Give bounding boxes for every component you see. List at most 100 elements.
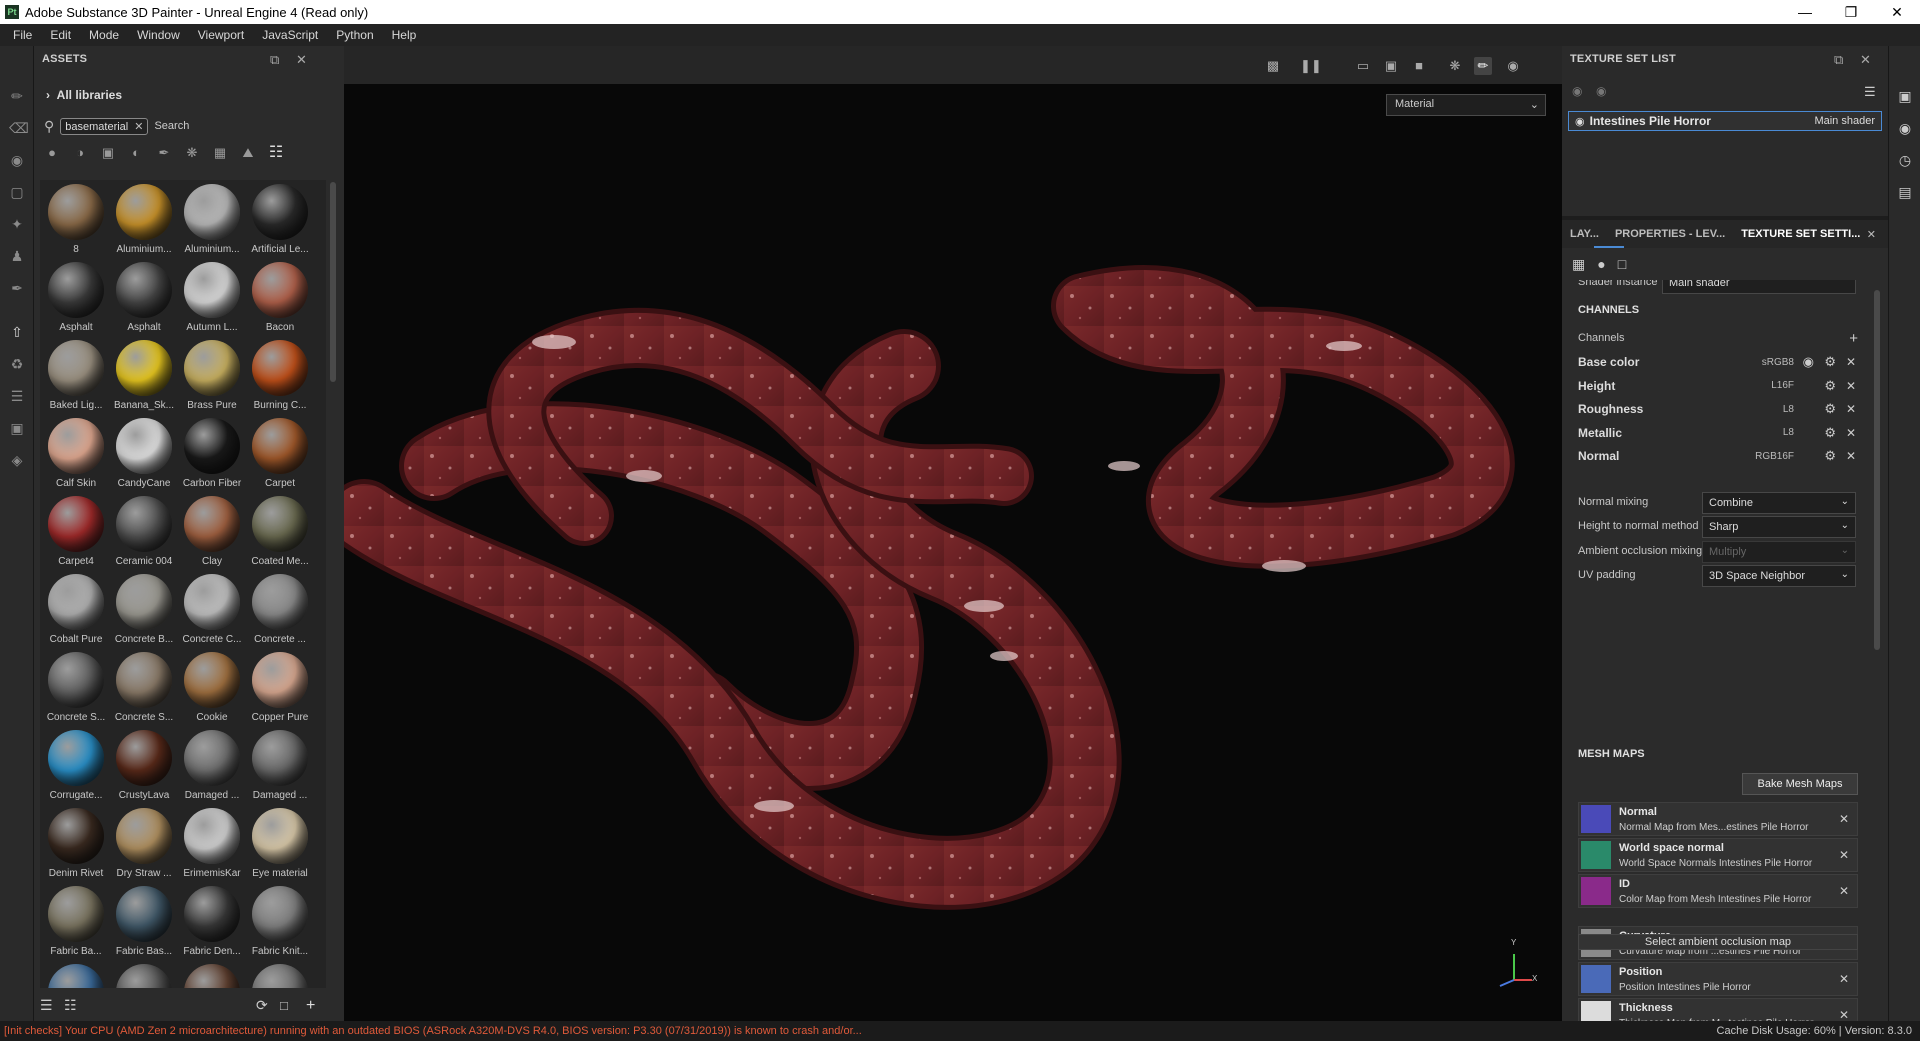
status-warning[interactable]: [Init checks] Your CPU (AMD Zen 2 microa…	[0, 1025, 862, 1037]
channel-format[interactable]: RGB16F	[1755, 451, 1794, 462]
smart-mask-filter-icon[interactable]: ▣	[100, 145, 116, 161]
asset-tile[interactable]: Carpet4	[42, 496, 110, 574]
menu-icon[interactable]: ☰	[1864, 84, 1876, 100]
material-filter-icon[interactable]: ●	[44, 145, 60, 161]
asset-tile[interactable]: ErimemisKar	[178, 808, 246, 886]
channel-settings-icon[interactable]: ⚙	[1824, 401, 1836, 417]
asset-tile[interactable]: Aluminium...	[178, 184, 246, 262]
close-tab-icon[interactable]: ✕	[1859, 228, 1884, 241]
tab-texture-set-settings[interactable]: TEXTURE SET SETTI...	[1733, 228, 1868, 240]
mesh-map-thumbnail[interactable]	[1581, 805, 1611, 833]
export-icon[interactable]: ⇧	[9, 324, 25, 340]
asset-tile[interactable]: Asphalt	[110, 262, 178, 340]
texture-set-row[interactable]: ◉ Intestines Pile Horror Main shader	[1568, 111, 1882, 131]
asset-tile[interactable]: Autumn L...	[178, 262, 246, 340]
asset-tile[interactable]: Fabric Knit...	[246, 886, 314, 964]
asset-tile[interactable]: Artificial Le...	[246, 184, 314, 262]
channel-row[interactable]: Roughness L8 ⚙ ✕	[1578, 397, 1858, 421]
asset-tile[interactable]: Baked Lig...	[42, 340, 110, 418]
asset-tile[interactable]: CrustyLava	[110, 730, 178, 808]
menu-javascript[interactable]: JavaScript	[253, 28, 327, 42]
asset-tile[interactable]: Cobalt Pure	[42, 574, 110, 652]
remove-mesh-map-icon[interactable]: ✕	[1839, 812, 1849, 826]
remove-channel-icon[interactable]: ✕	[1846, 379, 1856, 393]
asset-tile[interactable]: Brass Pure	[178, 340, 246, 418]
asset-tile[interactable]	[246, 964, 314, 988]
asset-tile[interactable]: Banana_Sk...	[110, 340, 178, 418]
channel-settings-icon[interactable]: ⚙	[1824, 354, 1836, 370]
menu-edit[interactable]: Edit	[41, 28, 80, 42]
asset-tile[interactable]: Concrete B...	[110, 574, 178, 652]
asset-tile[interactable]	[110, 964, 178, 988]
setting-select[interactable]: Combine ⌄	[1702, 492, 1856, 514]
bake-mesh-maps-button[interactable]: Bake Mesh Maps	[1742, 773, 1858, 795]
channel-row[interactable]: Height L16F ⚙ ✕	[1578, 374, 1858, 398]
asset-tile[interactable]	[42, 964, 110, 988]
menu-window[interactable]: Window	[128, 28, 189, 42]
remove-filter-icon[interactable]: ✕	[134, 121, 143, 133]
close-panel-icon[interactable]: ✕	[296, 52, 307, 68]
texture-set-icon[interactable]: ◈	[9, 452, 25, 468]
asset-tile[interactable]: Dry Straw ...	[110, 808, 178, 886]
material-ball-icon[interactable]: ●	[1597, 256, 1605, 272]
brush-filter-icon[interactable]: ✒	[156, 145, 172, 161]
projection-icon[interactable]: ◉	[9, 152, 25, 168]
asset-tile[interactable]: Clay	[178, 496, 246, 574]
close-icon[interactable]: ✕	[1874, 0, 1920, 24]
remove-channel-icon[interactable]: ✕	[1846, 449, 1856, 463]
asset-tile[interactable]	[178, 964, 246, 988]
remove-mesh-map-icon[interactable]: ✕	[1839, 884, 1849, 898]
crop-icon[interactable]: □	[1618, 256, 1626, 272]
smudge-icon[interactable]: ✦	[9, 216, 25, 232]
menu-python[interactable]: Python	[327, 28, 382, 42]
mesh-map-row[interactable]: ID Color Map from Mesh Intestines Pile Ho…	[1578, 874, 1858, 908]
texture-set-shader[interactable]: Main shader	[1814, 115, 1875, 127]
shader-settings-icon[interactable]: ▣	[9, 420, 25, 436]
select-ao-map-button[interactable]: Select ambient occlusion map	[1578, 934, 1858, 950]
channel-settings-icon[interactable]: ⚙	[1824, 378, 1836, 394]
environment-filter-icon[interactable]: ⛰	[240, 145, 256, 161]
folder-icon[interactable]: □	[280, 998, 288, 1013]
asset-tile[interactable]: Concrete ...	[246, 574, 314, 652]
filter-tag[interactable]: basematerial ✕	[60, 117, 149, 135]
mesh-map-row[interactable]: ThicknessThickness Map from M...testines…	[1578, 998, 1858, 1021]
setting-select[interactable]: Sharp ⌄	[1702, 516, 1856, 538]
polygon-fill-icon[interactable]: ▢	[9, 184, 25, 200]
asset-tile[interactable]: Damaged ...	[178, 730, 246, 808]
settings-scrollbar[interactable]	[1874, 290, 1880, 650]
channel-row[interactable]: Base color sRGB8 ◉ ⚙ ✕	[1578, 350, 1858, 374]
texture-filter-icon[interactable]: ▦	[212, 145, 228, 161]
color-profile-icon[interactable]: ◉	[1803, 354, 1814, 370]
bake-icon[interactable]: ♻	[9, 356, 25, 372]
asset-tile[interactable]: Concrete C...	[178, 574, 246, 652]
eraser-icon[interactable]: ⌫	[9, 120, 29, 136]
remove-mesh-map-icon[interactable]: ✕	[1839, 848, 1849, 862]
add-channel-icon[interactable]: +	[1849, 330, 1858, 347]
assets-scrollbar[interactable]	[330, 182, 336, 382]
asset-tile[interactable]: Copper Pure	[246, 652, 314, 730]
history-icon[interactable]: ◷	[1897, 152, 1913, 168]
asset-tile[interactable]: Ceramic 004	[110, 496, 178, 574]
tab-layers[interactable]: LAY...	[1562, 228, 1607, 240]
mesh-map-thumbnail[interactable]	[1581, 841, 1611, 869]
minimize-icon[interactable]: —	[1782, 0, 1828, 24]
asset-tile[interactable]: Fabric Bas...	[110, 886, 178, 964]
filter-icon[interactable]: ◐	[128, 145, 144, 161]
refresh-icon[interactable]: ⟳	[256, 997, 268, 1014]
asset-tile[interactable]: Concrete S...	[42, 652, 110, 730]
mesh-map-row[interactable]: World space normal World Space Normals In…	[1578, 838, 1858, 872]
asset-tile[interactable]: Coated Me...	[246, 496, 314, 574]
list-view-icon[interactable]: ☰	[40, 997, 53, 1014]
menu-help[interactable]: Help	[383, 28, 426, 42]
channel-settings-icon[interactable]: ⚙	[1824, 448, 1836, 464]
smart-material-filter-icon[interactable]: ◑	[72, 145, 88, 161]
library-breadcrumb[interactable]: › All libraries	[46, 88, 122, 102]
asset-tile[interactable]: 8	[42, 184, 110, 262]
import-icon[interactable]: ☷	[64, 997, 77, 1014]
remove-channel-icon[interactable]: ✕	[1846, 355, 1856, 369]
add-icon[interactable]: +	[306, 997, 315, 1015]
sphere-icon[interactable]: ◉	[1897, 120, 1913, 136]
channel-format[interactable]: L8	[1783, 404, 1794, 415]
asset-tile[interactable]: Denim Rivet	[42, 808, 110, 886]
display-settings-icon[interactable]: ☰	[9, 388, 25, 404]
